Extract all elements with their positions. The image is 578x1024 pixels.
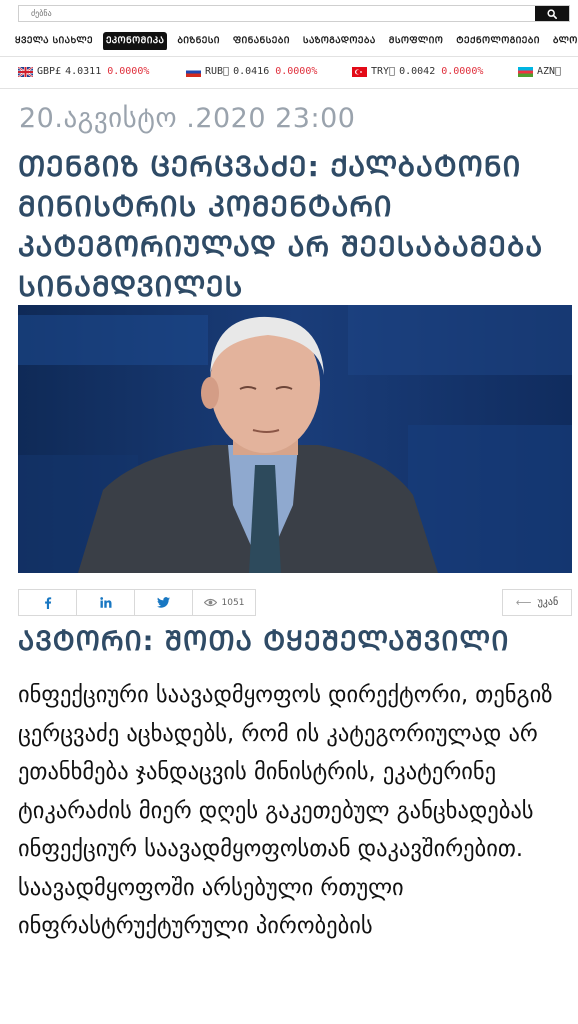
view-count: 1051	[192, 589, 256, 616]
nav-item-world[interactable]: ᲛᲡᲝᲤᲚᲘᲝ	[386, 32, 447, 50]
view-count-value: 1051	[221, 597, 245, 608]
search-bar	[18, 5, 570, 22]
divider	[0, 56, 578, 57]
article-author: ᲐᲕᲢᲝᲠᲘ: ᲨᲝᲗᲐ ᲢᲧᲔᲨᲔᲚᲐᲨᲕᲘᲚᲘ	[18, 626, 510, 657]
ticker-change: 0.0000%	[441, 66, 484, 77]
ticker-change: 0.0000%	[275, 66, 318, 77]
ticker-item-try: TRY⃣ 0.0042 0.0000%	[352, 66, 483, 77]
back-button-label: უკან	[537, 597, 559, 608]
ticker-item-azn: AZN⃣	[518, 66, 571, 77]
arrow-left-icon: ⟵	[515, 596, 532, 609]
back-button[interactable]: ⟵ უკან	[502, 589, 572, 616]
divider	[0, 88, 578, 89]
ticker-item-rub: RUB⃣ 0.0416 0.0000%	[186, 66, 317, 77]
share-bar: 1051	[18, 589, 256, 616]
facebook-icon	[44, 596, 51, 609]
ticker-code: TRY⃣	[371, 66, 396, 77]
article-title: ᲗᲔᲜᲒᲘᲖ ᲪᲔᲠᲪᲕᲐᲫᲔ: ᲥᲐᲚᲑᲐᲢᲝᲜᲘ ᲛᲘᲜᲘᲡᲢᲠᲘᲡ ᲙᲝᲛ…	[18, 150, 544, 303]
facebook-share-button[interactable]	[18, 589, 76, 616]
ticker-rate: 4.0311	[65, 66, 102, 77]
nav-item-all-news[interactable]: ᲧᲕᲔᲚᲐ ᲡᲘᲐᲮᲚᲔ	[12, 32, 96, 50]
nav-item-blog[interactable]: ᲑᲚᲝᲒᲘ	[550, 32, 578, 50]
ticker-code: AZN⃣	[537, 66, 562, 77]
azerbaijan-flag-icon	[518, 66, 533, 77]
ticker-rate: 0.0416	[233, 66, 270, 77]
turkey-flag-icon	[352, 66, 367, 77]
article-date: 20.აგვისტო .2020 23:00	[19, 103, 356, 134]
article-body: ინფექციური საავადმყოფოს დირექტორი, თენგი…	[18, 682, 553, 939]
main-nav: ᲧᲕᲔᲚᲐ ᲡᲘᲐᲮᲚᲔ ᲔᲙᲝᲜᲝᲛᲘᲙᲐ ᲑᲘᲖᲜᲔᲡᲘ ᲤᲘᲜᲐᲜᲡᲔᲑᲘ ᲡᲐᲖ…	[12, 28, 578, 50]
twitter-share-button[interactable]	[134, 589, 192, 616]
article-hero-image	[18, 305, 572, 573]
nav-item-finance[interactable]: ᲤᲘᲜᲐᲜᲡᲔᲑᲘ	[230, 32, 293, 50]
ticker-code: GBP£	[37, 66, 62, 77]
search-icon	[547, 8, 557, 19]
search-input[interactable]	[19, 6, 534, 21]
currency-ticker: GBP£ 4.0311 0.0000% RUB⃣ 0.0416 0.0000% …	[18, 63, 578, 83]
nav-item-technology[interactable]: ᲢᲔᲥᲜᲝᲚᲝᲒᲘᲔᲑᲘ	[453, 32, 543, 50]
nav-item-society[interactable]: ᲡᲐᲖᲝᲒᲐᲓᲝᲔᲑᲐ	[300, 32, 379, 50]
ticker-rate: 0.0042	[399, 66, 436, 77]
linkedin-share-button[interactable]	[76, 589, 134, 616]
ticker-change: 0.0000%	[107, 66, 150, 77]
ticker-code: RUB⃣	[205, 66, 230, 77]
eye-icon	[203, 598, 217, 607]
ticker-item-gbp: GBP£ 4.0311 0.0000%	[18, 66, 149, 77]
linkedin-icon	[99, 597, 111, 608]
nav-item-business[interactable]: ᲑᲘᲖᲜᲔᲡᲘ	[174, 32, 223, 50]
uk-flag-icon	[18, 66, 33, 77]
nav-item-economy[interactable]: ᲔᲙᲝᲜᲝᲛᲘᲙᲐ	[102, 32, 168, 50]
twitter-icon	[157, 597, 170, 608]
search-button[interactable]	[535, 6, 569, 21]
russia-flag-icon	[186, 66, 201, 77]
